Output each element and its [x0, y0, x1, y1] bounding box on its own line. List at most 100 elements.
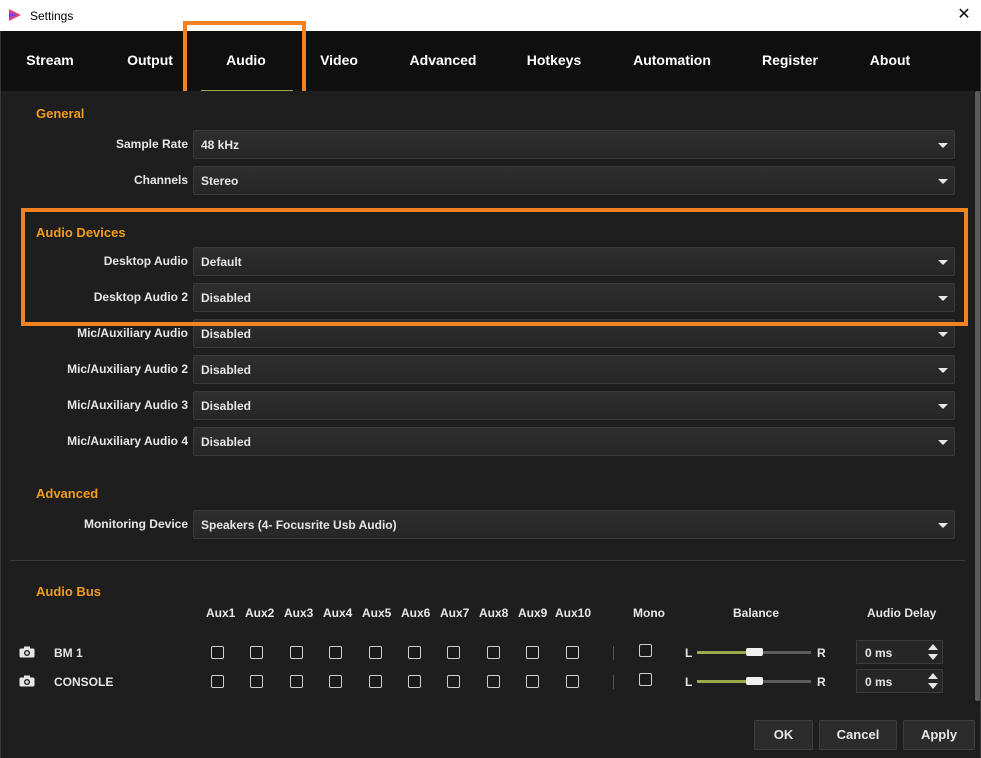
- bm1-aux4-checkbox[interactable]: [329, 646, 342, 659]
- mic-aux-audio-2-value: Disabled: [201, 363, 252, 377]
- chevron-down-icon: [938, 179, 948, 184]
- column-separator: [613, 675, 614, 689]
- aux2-header: Aux2: [245, 606, 275, 620]
- spin-down-icon[interactable]: [928, 654, 938, 660]
- channels-value: Stereo: [201, 174, 239, 188]
- bm1-audio-delay-spinbox[interactable]: 0 ms: [856, 640, 943, 664]
- spin-down-icon[interactable]: [928, 683, 938, 689]
- console-aux6-checkbox[interactable]: [408, 675, 421, 688]
- mic-aux-audio-3-label: Mic/Auxiliary Audio 3: [67, 398, 188, 412]
- chevron-down-icon: [938, 143, 948, 148]
- chevron-down-icon: [938, 368, 948, 373]
- audio-devices-highlight-box: [21, 208, 968, 326]
- aux9-header: Aux9: [518, 606, 548, 620]
- bm1-aux8-checkbox[interactable]: [487, 646, 500, 659]
- mic-aux-audio-label: Mic/Auxiliary Audio: [77, 326, 188, 340]
- console-aux7-checkbox[interactable]: [447, 675, 460, 688]
- console-balance-slider-handle[interactable]: [746, 677, 763, 685]
- bm1-balance-right-label: R: [817, 646, 826, 660]
- chevron-down-icon: [938, 404, 948, 409]
- mic-aux-audio-3-value: Disabled: [201, 399, 252, 413]
- tab-advanced[interactable]: Advanced: [399, 31, 487, 91]
- aux5-header: Aux5: [362, 606, 392, 620]
- section-divider: [10, 560, 965, 561]
- sample-rate-select[interactable]: 48 kHz: [193, 130, 955, 159]
- mic-aux-audio-2-label: Mic/Auxiliary Audio 2: [67, 362, 188, 376]
- aux10-header: Aux10: [555, 606, 592, 620]
- bm1-aux10-checkbox[interactable]: [566, 646, 579, 659]
- console-aux2-checkbox[interactable]: [250, 675, 263, 688]
- console-balance-left-label: L: [685, 675, 693, 689]
- cancel-button[interactable]: Cancel: [819, 720, 897, 750]
- console-aux3-checkbox[interactable]: [290, 675, 303, 688]
- chevron-down-icon: [938, 523, 948, 528]
- aux1-header: Aux1: [206, 606, 236, 620]
- console-aux8-checkbox[interactable]: [487, 675, 500, 688]
- chevron-down-icon: [938, 332, 948, 337]
- bm1-aux7-checkbox[interactable]: [447, 646, 460, 659]
- bm1-aux9-checkbox[interactable]: [526, 646, 539, 659]
- mic-aux-audio-value: Disabled: [201, 327, 252, 341]
- balance-header: Balance: [733, 606, 780, 620]
- tab-stream[interactable]: Stream: [11, 31, 89, 91]
- monitoring-device-label: Monitoring Device: [83, 517, 188, 531]
- bm1-aux3-checkbox[interactable]: [290, 646, 303, 659]
- console-aux1-checkbox[interactable]: [211, 675, 224, 688]
- apply-button[interactable]: Apply: [903, 720, 975, 750]
- channels-label: Channels: [133, 173, 188, 187]
- tab-bar: Stream Output Audio Video Advanced Hotke…: [0, 31, 981, 92]
- sample-rate-value: 48 kHz: [201, 138, 240, 152]
- spin-up-icon[interactable]: [928, 644, 938, 650]
- console-audio-delay-value: 0 ms: [865, 675, 893, 689]
- title-bar: Settings ✕: [0, 0, 981, 31]
- aux4-header: Aux4: [323, 606, 353, 620]
- camera-icon: [19, 675, 35, 687]
- monitoring-device-select[interactable]: Speakers (4- Focusrite Usb Audio): [193, 510, 955, 539]
- aux6-header: Aux6: [401, 606, 431, 620]
- bm1-balance-left-label: L: [685, 646, 693, 660]
- ok-button[interactable]: OK: [754, 720, 813, 750]
- tab-video[interactable]: Video: [301, 31, 377, 91]
- mic-aux-audio-2-select[interactable]: Disabled: [193, 355, 955, 384]
- spin-up-icon[interactable]: [928, 673, 938, 679]
- bm1-aux2-checkbox[interactable]: [250, 646, 263, 659]
- section-title-general: General: [36, 106, 85, 121]
- tab-output[interactable]: Output: [111, 31, 189, 91]
- bm1-aux5-checkbox[interactable]: [369, 646, 382, 659]
- bm1-aux1-checkbox[interactable]: [211, 646, 224, 659]
- aux8-header: Aux8: [479, 606, 509, 620]
- camera-icon: [19, 646, 35, 658]
- scrollbar-thumb[interactable]: [975, 91, 980, 701]
- bus-row-bm1-label: BM 1: [54, 646, 83, 660]
- console-mono-checkbox[interactable]: [639, 673, 652, 686]
- bm1-aux6-checkbox[interactable]: [408, 646, 421, 659]
- tab-hotkeys[interactable]: Hotkeys: [513, 31, 595, 91]
- section-title-advanced: Advanced: [36, 486, 99, 501]
- app-logo-icon: [9, 9, 21, 21]
- section-title-audio-bus: Audio Bus: [36, 584, 101, 599]
- console-aux4-checkbox[interactable]: [329, 675, 342, 688]
- tab-about[interactable]: About: [856, 31, 924, 91]
- sample-rate-label: Sample Rate: [115, 137, 188, 151]
- console-aux10-checkbox[interactable]: [566, 675, 579, 688]
- aux7-header: Aux7: [440, 606, 470, 620]
- bm1-mono-checkbox[interactable]: [639, 644, 652, 657]
- window-title: Settings: [30, 9, 74, 23]
- mic-aux-audio-4-select[interactable]: Disabled: [193, 427, 955, 456]
- mic-aux-audio-4-value: Disabled: [201, 435, 252, 449]
- mic-aux-audio-4-label: Mic/Auxiliary Audio 4: [67, 434, 188, 448]
- close-icon[interactable]: ✕: [955, 5, 973, 25]
- aux3-header: Aux3: [284, 606, 314, 620]
- chevron-down-icon: [938, 440, 948, 445]
- console-audio-delay-spinbox[interactable]: 0 ms: [856, 669, 943, 693]
- bus-row-console-label: CONSOLE: [54, 675, 114, 689]
- bm1-balance-slider-handle[interactable]: [746, 648, 763, 656]
- mic-aux-audio-3-select[interactable]: Disabled: [193, 391, 955, 420]
- console-aux9-checkbox[interactable]: [526, 675, 539, 688]
- console-aux5-checkbox[interactable]: [369, 675, 382, 688]
- tab-automation[interactable]: Automation: [623, 31, 721, 91]
- channels-select[interactable]: Stereo: [193, 166, 955, 195]
- monitoring-device-value: Speakers (4- Focusrite Usb Audio): [201, 518, 397, 532]
- audio-delay-header: Audio Delay: [867, 606, 937, 620]
- tab-register[interactable]: Register: [749, 31, 831, 91]
